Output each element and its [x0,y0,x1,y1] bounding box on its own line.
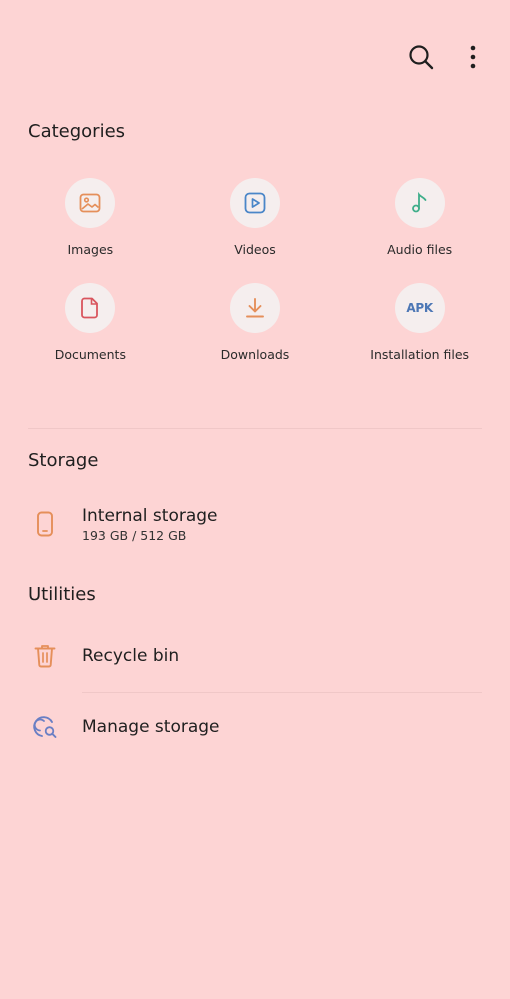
category-installation-files[interactable]: APK Installation files [337,283,502,362]
top-toolbar [404,40,490,74]
section-divider [28,428,482,429]
search-icon[interactable] [404,40,438,74]
category-audio-files[interactable]: Audio files [337,178,502,257]
category-images[interactable]: Images [8,178,173,257]
trash-icon [27,638,63,674]
category-downloads[interactable]: Downloads [173,283,338,362]
row-divider [82,692,482,693]
recycle-bin-row[interactable]: Recycle bin [0,637,510,675]
category-label: Installation files [370,347,470,362]
category-videos[interactable]: Videos [173,178,338,257]
recycle-bin-label: Recycle bin [82,646,180,666]
internal-storage-row[interactable]: Internal storage 193 GB / 512 GB [0,504,510,544]
manage-storage-label: Manage storage [82,717,220,737]
apk-icon-text: APK [406,301,433,315]
manage-storage-icon [27,709,63,745]
internal-storage-usage: 193 GB / 512 GB [82,527,187,543]
category-documents[interactable]: Documents [8,283,173,362]
internal-storage-title: Internal storage [82,505,218,526]
more-options-icon[interactable] [456,40,490,74]
phone-icon [27,506,63,542]
categories-heading: Categories [28,121,126,142]
category-label: Videos [234,242,276,257]
document-icon [65,283,116,333]
utilities-heading: Utilities [28,584,96,605]
category-label: Images [67,242,114,257]
apk-icon: APK [394,283,445,333]
music-note-icon [394,178,445,228]
category-label: Documents [54,347,126,362]
categories-grid: Images Videos Audio files Documents Down… [8,178,502,362]
download-icon [229,283,280,333]
storage-heading: Storage [28,450,99,471]
manage-storage-row[interactable]: Manage storage [0,708,510,746]
category-label: Audio files [387,242,453,257]
image-icon [65,178,116,228]
category-label: Downloads [220,347,290,362]
video-icon [229,178,280,228]
